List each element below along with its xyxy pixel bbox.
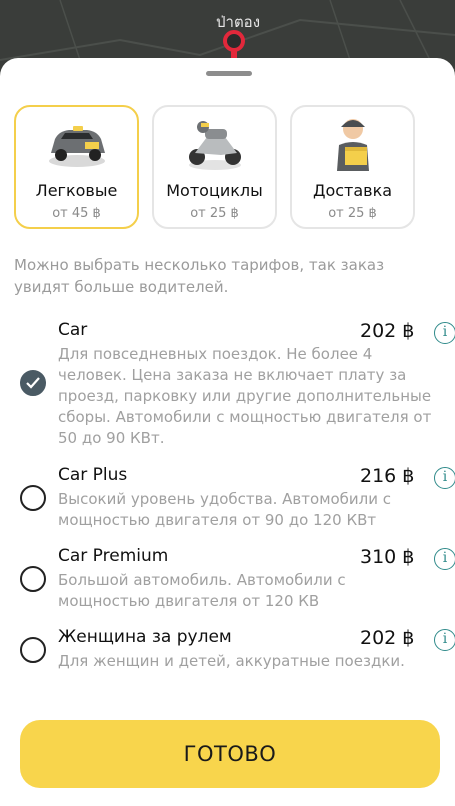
- courier-icon: [337, 119, 369, 171]
- category-cars[interactable]: Легковые от 45 ฿: [14, 105, 139, 229]
- tariff-item-car-premium[interactable]: Car Premium 310 ฿ i Большой автомобиль. …: [0, 546, 455, 616]
- tariff-description: Высокий уровень удобства. Автомобили с м…: [58, 490, 392, 529]
- info-icon[interactable]: i: [434, 548, 455, 570]
- tariff-description: Для женщин и детей, аккуратные поездки.: [58, 652, 405, 670]
- tariff-name: Женщина за рулем: [58, 627, 232, 647]
- car-icon: [49, 126, 105, 167]
- category-title: Легковые: [35, 181, 118, 200]
- info-icon[interactable]: i: [434, 629, 455, 651]
- category-title: Мотоциклы: [166, 181, 263, 200]
- tariff-description: Для повседневных поездок. Не более 4 чел…: [58, 345, 432, 447]
- sheet-drag-handle[interactable]: [206, 71, 252, 76]
- tariff-price: 310 ฿: [360, 546, 415, 568]
- tariff-name: Car Premium: [58, 546, 169, 566]
- info-icon[interactable]: i: [434, 467, 455, 489]
- tariff-price: 216 ฿: [360, 465, 415, 487]
- category-title: Доставка: [312, 181, 393, 200]
- category-price: от 25 ฿: [328, 206, 377, 221]
- tariff-bottom-sheet: Легковые от 45 ฿ Мотоциклы от 25 ฿ Доста…: [0, 58, 455, 806]
- motorcycle-icon: [189, 121, 241, 170]
- category-selector: Легковые от 45 ฿ Мотоциклы от 25 ฿ Доста…: [14, 105, 444, 229]
- info-icon[interactable]: i: [434, 322, 455, 344]
- tariff-radio-checked[interactable]: [20, 370, 46, 396]
- category-delivery[interactable]: Доставка от 25 ฿: [290, 105, 415, 229]
- done-button[interactable]: ГОТОВО: [20, 720, 440, 788]
- tariff-name: Car Plus: [58, 465, 128, 485]
- category-price: от 45 ฿: [52, 206, 101, 221]
- multi-tariff-hint: Можно выбрать несколько тарифов, так зак…: [14, 256, 385, 296]
- category-price: от 25 ฿: [190, 206, 239, 221]
- tariff-radio[interactable]: [20, 566, 46, 592]
- tariff-item-car[interactable]: Car 202 ฿ i Для повседневных поездок. Не…: [0, 320, 455, 450]
- tariff-radio[interactable]: [20, 637, 46, 663]
- pickup-pin-icon: [223, 30, 245, 52]
- category-motorcycles[interactable]: Мотоциклы от 25 ฿: [152, 105, 277, 229]
- tariff-item-woman-driver[interactable]: Женщина за рулем 202 ฿ i Для женщин и де…: [0, 627, 455, 677]
- tariff-radio[interactable]: [20, 485, 46, 511]
- tariff-item-car-plus[interactable]: Car Plus 216 ฿ i Высокий уровень удобств…: [0, 465, 455, 535]
- tariff-description: Большой автомобиль. Автомобили с мощност…: [58, 571, 346, 610]
- tariff-name: Car: [58, 320, 88, 340]
- tariff-price: 202 ฿: [360, 320, 415, 342]
- tariff-price: 202 ฿: [360, 627, 415, 649]
- checkmark-icon: [26, 377, 40, 389]
